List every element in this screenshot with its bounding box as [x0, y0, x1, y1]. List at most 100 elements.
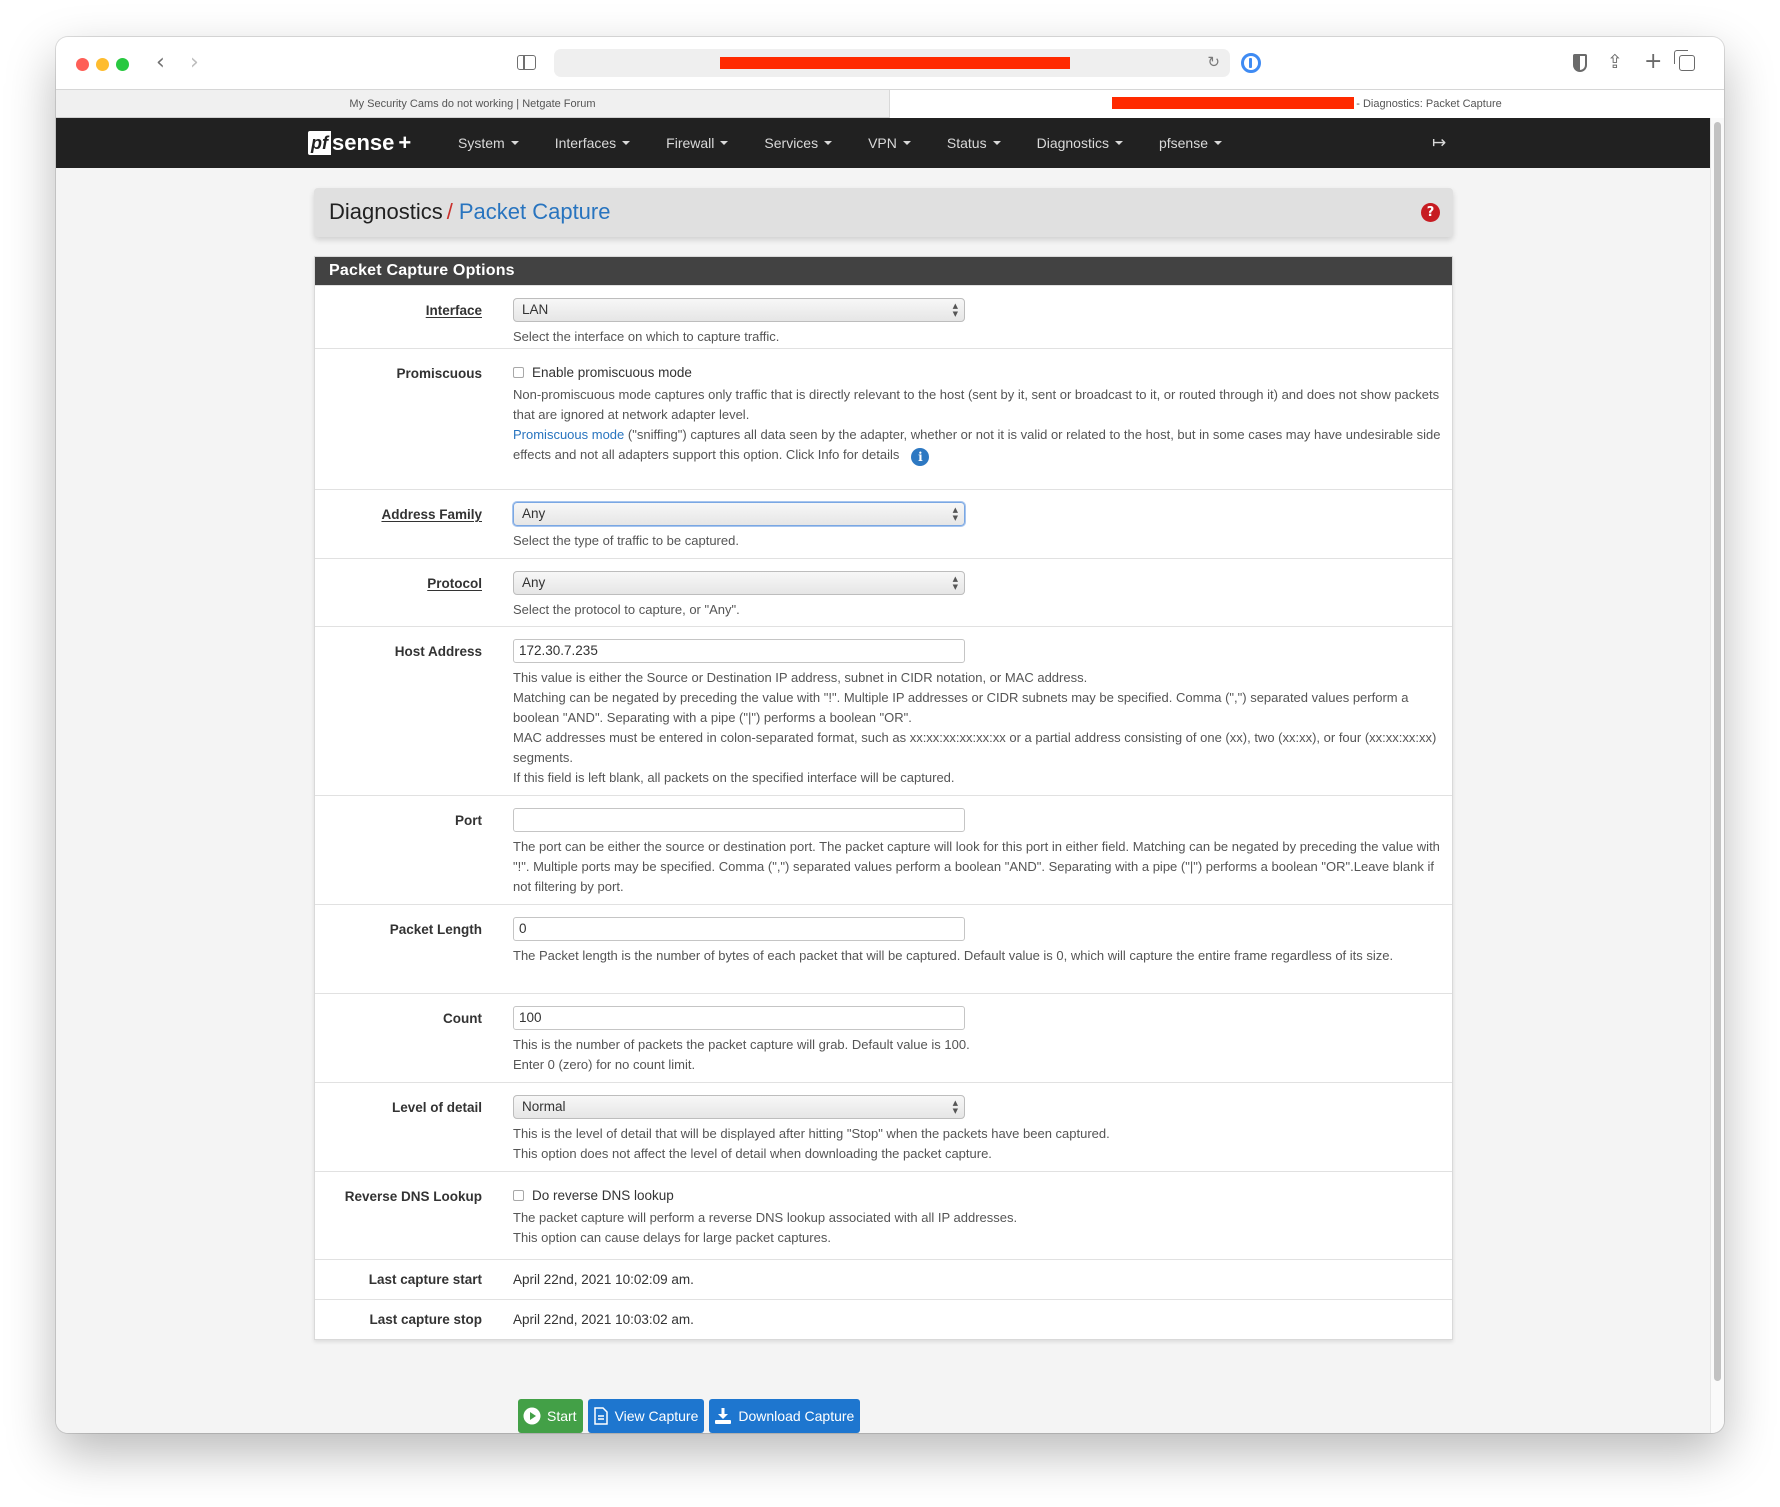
sidebar-toggle-icon[interactable]: [517, 55, 536, 70]
caret-down-icon: [902, 141, 911, 146]
top-navbar: pf sense + System Interfaces Firewall Se…: [56, 118, 1710, 168]
menu-diagnostics[interactable]: Diagnostics: [1019, 118, 1141, 168]
count-help: This is the number of packets the packet…: [513, 1037, 970, 1052]
menu-status[interactable]: Status: [929, 118, 1019, 168]
protocol-label: Protocol: [315, 559, 482, 626]
interface-label: Interface: [315, 286, 482, 348]
checkbox-label[interactable]: Enable promiscuous mode: [532, 365, 692, 380]
tab-packet-capture[interactable]: - Diagnostics: Packet Capture: [890, 90, 1724, 118]
select-arrows-icon: ▲ ▼: [952, 575, 958, 591]
menu-vpn[interactable]: VPN: [850, 118, 929, 168]
help-icon[interactable]: ?: [1421, 203, 1440, 222]
menu-pfsense[interactable]: pfsense: [1141, 118, 1240, 168]
packet-length-help: The Packet length is the number of bytes…: [513, 948, 1394, 963]
page-content: pf sense + System Interfaces Firewall Se…: [56, 118, 1710, 1433]
port-help: The port can be either the source or des…: [513, 839, 1440, 894]
minimize-window-button[interactable]: [96, 58, 109, 71]
packet-length-label: Packet Length: [389, 922, 482, 937]
tab-overview-icon[interactable]: [1674, 50, 1695, 71]
new-tab-icon[interactable]: +: [1644, 51, 1662, 73]
interface-row: Interface LAN ▲ ▼ Select the interface on …: [315, 285, 1452, 348]
menu-label: System: [458, 135, 505, 151]
button-label: Download Capture: [738, 1408, 855, 1424]
select-arrows-icon: ▲ ▼: [952, 506, 958, 522]
address-family-label: Address Family: [315, 490, 482, 558]
caret-down-icon: [510, 141, 519, 146]
privacy-shield-icon[interactable]: [1573, 54, 1587, 72]
promiscuous-help: Non-promiscuous mode captures only traff…: [513, 387, 1440, 422]
breadcrumb-parent: Diagnostics: [329, 199, 443, 224]
button-label: View Capture: [614, 1408, 699, 1424]
last-capture-stop-row: Last capture stop April 22nd, 2021 10:03…: [315, 1299, 1452, 1339]
scrollbar-thumb[interactable]: [1714, 122, 1721, 1381]
port-input[interactable]: [513, 808, 965, 832]
caret-down-icon: [1114, 141, 1123, 146]
pfsense-logo[interactable]: pf sense +: [308, 130, 411, 156]
info-icon[interactable]: i: [911, 448, 930, 466]
page-scrollbar[interactable]: [1710, 118, 1724, 1433]
host-address-help: MAC addresses must be entered in colon-s…: [513, 730, 1437, 765]
count-label: Count: [443, 1011, 482, 1026]
protocol-select[interactable]: Any ▲ ▼: [513, 571, 965, 595]
label-text: Protocol: [427, 576, 482, 591]
checkbox-label[interactable]: Do reverse DNS lookup: [532, 1188, 674, 1203]
label-text: Interface: [425, 303, 482, 318]
close-window-button[interactable]: [76, 58, 89, 71]
start-button[interactable]: Start: [518, 1399, 583, 1433]
protocol-row: Protocol Any ▲ ▼ Select the protocol to ca…: [315, 558, 1452, 626]
count-row: Count 100 This is the number of packets …: [315, 993, 1452, 1082]
main-menu: System Interfaces Firewall Services VPN …: [440, 118, 1240, 168]
caret-down-icon: [720, 141, 729, 146]
host-address-input[interactable]: 172.30.7.235: [513, 639, 965, 663]
level-of-detail-help: This option does not affect the level of…: [513, 1146, 992, 1161]
level-of-detail-label: Level of detail: [391, 1100, 482, 1115]
select-value: Any: [522, 575, 546, 590]
view-capture-button[interactable]: View Capture: [587, 1399, 705, 1433]
promiscuous-row: Promiscuous Enable promiscuous mode Non-…: [315, 348, 1452, 489]
interface-select[interactable]: LAN ▲ ▼: [513, 298, 965, 322]
back-icon[interactable]: ‹: [156, 50, 165, 76]
caret-down-icon: [622, 141, 631, 146]
menu-firewall[interactable]: Firewall: [648, 118, 746, 168]
label-text: Address Family: [381, 507, 482, 522]
host-address-help: If this field is left blank, all packets…: [513, 770, 955, 785]
promiscuous-mode-link[interactable]: Promiscuous mode: [513, 427, 624, 442]
page-title: Diagnostics / Packet Capture: [329, 199, 610, 225]
download-icon: [715, 1408, 732, 1424]
host-address-help: Matching can be negated by preceding the…: [513, 690, 1409, 725]
reverse-dns-row: Reverse DNS Lookup Do reverse DNS lookup…: [315, 1171, 1452, 1259]
zoom-window-button[interactable]: [116, 58, 129, 71]
packet-length-input[interactable]: 0: [513, 917, 965, 941]
caret-down-icon: [992, 141, 1001, 146]
share-icon[interactable]: ⇪: [1607, 51, 1623, 73]
select-arrows-icon: ▲ ▼: [952, 302, 958, 318]
menu-label: Diagnostics: [1036, 135, 1109, 151]
logout-icon[interactable]: ↦: [1432, 133, 1446, 153]
count-input[interactable]: 100: [513, 1006, 965, 1030]
level-of-detail-select[interactable]: Normal ▲ ▼: [513, 1095, 965, 1119]
menu-interfaces[interactable]: Interfaces: [537, 118, 648, 168]
tab-netgate-forum[interactable]: My Security Cams do not working | Netgat…: [56, 90, 890, 118]
caret-down-icon: [824, 141, 833, 146]
menu-services[interactable]: Services: [746, 118, 850, 168]
panel-title: Packet Capture Options: [315, 257, 1452, 285]
port-label: Port: [455, 813, 482, 828]
download-capture-button[interactable]: Download Capture: [709, 1399, 861, 1433]
forward-icon[interactable]: ›: [190, 50, 199, 76]
menu-system[interactable]: System: [440, 118, 537, 168]
promiscuous-checkbox-line: Enable promiscuous mode: [513, 365, 1443, 380]
menu-label: pfsense: [1158, 135, 1209, 151]
button-label: Start: [547, 1408, 577, 1424]
count-help: Enter 0 (zero) for no count limit.: [513, 1057, 696, 1072]
last-capture-stop-value: April 22nd, 2021 10:03:02 am.: [513, 1312, 694, 1327]
help-text: ("sniffing") captures all data seen by t…: [513, 427, 1441, 462]
address-bar[interactable]: ↻: [554, 49, 1230, 77]
breadcrumb-current[interactable]: Packet Capture: [459, 199, 611, 224]
promiscuous-checkbox[interactable]: [513, 367, 524, 378]
password-manager-icon[interactable]: [1241, 53, 1261, 73]
address-family-select[interactable]: Any ▲ ▼: [513, 502, 965, 526]
promiscuous-help-2: Promiscuous mode ("sniffing") captures a…: [513, 425, 1443, 466]
promiscuous-label: Promiscuous: [396, 366, 482, 381]
reload-icon[interactable]: ↻: [1207, 53, 1220, 71]
reverse-dns-checkbox[interactable]: [513, 1190, 524, 1201]
